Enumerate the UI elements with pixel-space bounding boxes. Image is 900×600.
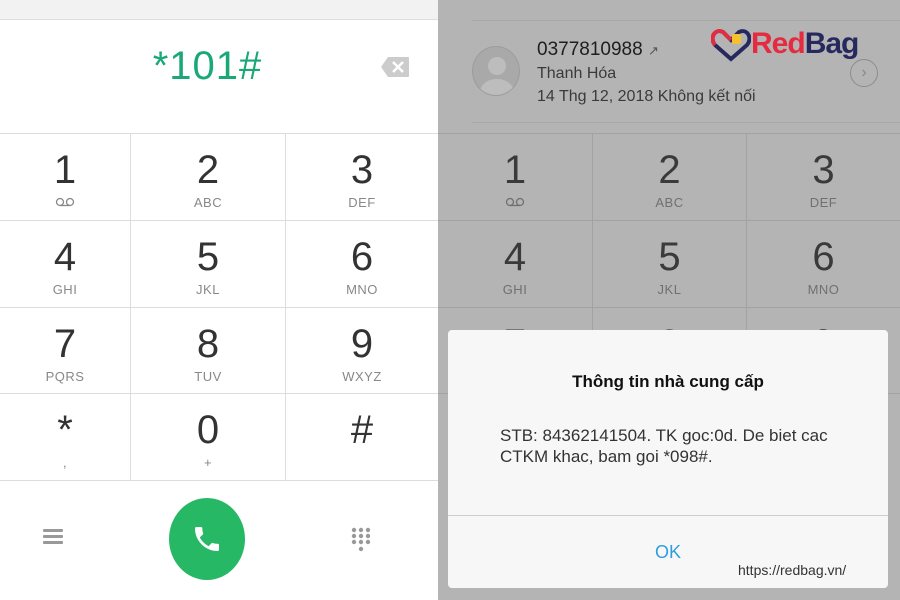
key-digit: * xyxy=(57,408,73,452)
key-digit: 2 xyxy=(196,148,220,192)
key-3[interactable]: 3 DEF xyxy=(285,133,438,220)
key-9[interactable]: 9 WXYZ xyxy=(285,307,438,393)
ok-button[interactable]: OK xyxy=(638,542,698,563)
key-digit: 1 xyxy=(503,148,527,192)
backspace-icon[interactable] xyxy=(380,56,410,78)
key-letters: ABC xyxy=(193,195,223,210)
key-letters xyxy=(286,455,438,470)
key-digit: 2 xyxy=(658,148,681,192)
call-button[interactable] xyxy=(169,498,245,580)
call-log-location: Thanh Hóa xyxy=(537,65,617,82)
key-letters: MNO xyxy=(807,282,840,297)
key-digit: 6 xyxy=(812,235,835,279)
key-letters: GHI xyxy=(52,282,78,297)
key-4[interactable]: 4 GHI xyxy=(438,220,592,307)
dialog-message: STB: 84362141504. TK goc:0d. De biet cac… xyxy=(500,426,828,466)
key-digit: 4 xyxy=(53,235,77,279)
key-2[interactable]: 2 ABC xyxy=(130,133,285,220)
menu-icon[interactable] xyxy=(43,529,63,547)
key-letters: TUV xyxy=(194,369,222,384)
key-digit: 5 xyxy=(196,235,220,279)
key-3[interactable]: 3 DEF xyxy=(746,133,900,220)
phone-icon xyxy=(195,527,219,551)
key-digit: 9 xyxy=(350,322,374,366)
dial-display: *101# xyxy=(0,20,438,133)
key-letters: PQRS xyxy=(45,369,85,384)
call-log-number: 0377810988 xyxy=(537,39,643,60)
chevron-right-icon[interactable]: › xyxy=(850,59,878,87)
key-8[interactable]: 8 TUV xyxy=(130,307,285,393)
top-strip xyxy=(0,0,438,20)
key-digit: 1 xyxy=(53,148,77,192)
voicemail-icon xyxy=(0,195,130,210)
heart-bag-icon xyxy=(711,29,751,62)
key-letters: DEF xyxy=(348,195,376,210)
key-0[interactable]: 0+ xyxy=(130,393,285,480)
key-5[interactable]: 5 JKL xyxy=(130,220,285,307)
call-log-detail: 14 Thg 12, 2018 Không kết nối xyxy=(537,88,756,105)
keypad: 1 2 ABC 3 DEF 4 GHI 5 JKL 6 MNO 7 PQRS 8 TUV 9 WXYZ *, 0 + # xyxy=(0,133,438,480)
key-letters: ABC xyxy=(655,195,684,210)
key-digit: 6 xyxy=(350,235,374,279)
key-letters: + xyxy=(203,455,213,470)
dialed-number[interactable]: *101# xyxy=(0,44,415,89)
key-letters: GHI xyxy=(502,282,528,297)
key-digit: 8 xyxy=(196,322,220,366)
key-5[interactable]: 5 JKL xyxy=(592,220,746,307)
dialog-title: Thông tin nhà cung cấp xyxy=(572,372,764,391)
key-digit: # xyxy=(350,408,374,452)
key-star[interactable]: *, xyxy=(0,393,130,480)
key-digit: 3 xyxy=(350,148,374,192)
provider-info-dialog: Thông tin nhà cung cấp STB: 84362141504.… xyxy=(448,330,888,588)
key-letters: , xyxy=(62,455,68,470)
key-2[interactable]: 2 ABC xyxy=(592,133,746,220)
key-letters: DEF xyxy=(809,195,838,210)
dialog-divider xyxy=(448,515,888,516)
key-4[interactable]: 4 GHI xyxy=(0,220,130,307)
key-digit: 3 xyxy=(812,148,835,192)
dialer-panel: *101# 1 2 ABC 3 DEF 4 GHI 5 JKL 6 MNO 7 PQRS 8 TUV 9 WXY… xyxy=(0,0,438,600)
voicemail-icon xyxy=(438,195,592,210)
key-6[interactable]: 6 MNO xyxy=(746,220,900,307)
avatar xyxy=(472,46,520,96)
dialpad-icon[interactable] xyxy=(350,527,372,553)
key-digit: 7 xyxy=(53,322,77,366)
key-6[interactable]: 6 MNO xyxy=(285,220,438,307)
key-digit: 4 xyxy=(503,235,527,279)
key-1[interactable]: 1 xyxy=(438,133,592,220)
key-digit: 5 xyxy=(658,235,681,279)
redbag-logo: Red Bag xyxy=(711,26,859,62)
key-letters: WXYZ xyxy=(342,369,382,384)
dimmed-dialer-panel: 0377810988 ↗ Thanh Hóa 14 Thg 12, 2018 K… xyxy=(438,0,900,600)
key-7[interactable]: 7 PQRS xyxy=(0,307,130,393)
key-digit: 0 xyxy=(196,408,220,452)
outgoing-arrow-icon: ↗ xyxy=(647,43,659,58)
key-1[interactable]: 1 xyxy=(0,133,130,220)
key-hash[interactable]: # xyxy=(285,393,438,480)
key-letters: JKL xyxy=(196,282,220,297)
key-letters: JKL xyxy=(657,282,682,297)
watermark-url: https://redbag.vn/ xyxy=(738,562,847,578)
key-letters: MNO xyxy=(346,282,378,297)
